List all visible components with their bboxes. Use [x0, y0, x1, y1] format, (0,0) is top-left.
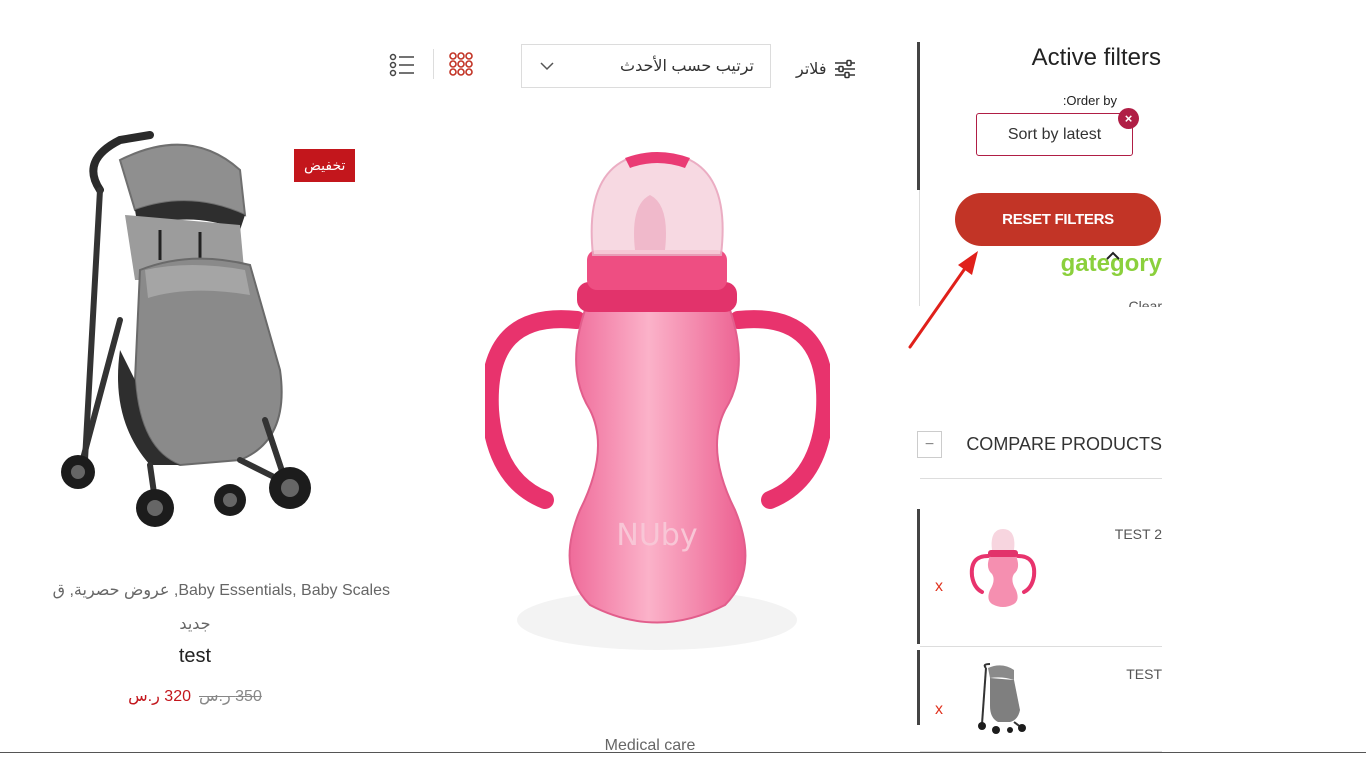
order-by-label: :Order by	[1062, 93, 1117, 108]
chevron-up-icon[interactable]	[1106, 244, 1120, 267]
sale-badge: تخفيض	[294, 149, 356, 182]
compare-item-name: TEST 2	[1114, 526, 1162, 542]
annotation-arrow	[908, 251, 978, 349]
reset-filters-button[interactable]: RESET FILTERS	[955, 193, 1161, 246]
compare-products-title: COMPARE PRODUCTS	[966, 434, 1162, 454]
stroller-product-image[interactable]	[40, 120, 340, 550]
grid-view-icon[interactable]	[448, 51, 474, 77]
compare-item-divider	[920, 646, 1162, 647]
compare-remove-button[interactable]: x	[935, 701, 943, 719]
product-price: 350 ر.س 320 ر.س	[0, 686, 390, 706]
baby-bottle-product-image[interactable]: NUby	[485, 150, 830, 670]
product-categories-continued[interactable]: جديد	[0, 614, 390, 634]
compare-scroll-rule	[917, 650, 920, 725]
collapse-toggle[interactable]: −	[917, 431, 942, 458]
clear-filter-link[interactable]: Clear	[1100, 298, 1162, 307]
filter-label: فلاتر	[796, 61, 827, 78]
chevron-down-icon	[540, 58, 554, 74]
sort-select[interactable]: ترتيب حسب الأحدث	[521, 44, 771, 88]
view-toggle-divider	[433, 49, 434, 79]
viewport-bottom-border	[0, 752, 1366, 757]
product-title[interactable]: test	[0, 645, 390, 668]
price-sale: 320 ر.س	[128, 688, 191, 705]
sliders-icon	[835, 59, 856, 79]
sidebar-scroll-rule	[917, 42, 920, 190]
compare-item-bottle-thumb[interactable]	[968, 528, 1038, 610]
compare-item-stroller-thumb[interactable]	[974, 662, 1030, 736]
remove-filter-icon[interactable]: ×	[1118, 108, 1139, 129]
compare-divider	[920, 478, 1162, 479]
sort-select-value: ترتيب حسب الأحدث	[620, 58, 754, 75]
bottle-brand-text: NUby	[616, 518, 697, 553]
compare-remove-button[interactable]: x	[935, 578, 943, 596]
active-filters-title: Active filters	[1031, 44, 1161, 71]
price-original: 350 ر.س	[199, 688, 262, 705]
compare-item-name: TEST	[1126, 666, 1162, 682]
compare-scroll-rule	[917, 509, 920, 644]
filter-button[interactable]: فلاتر	[796, 52, 856, 86]
active-filter-chip: Sort by latest	[976, 113, 1133, 156]
product-categories[interactable]: Baby Essentials, Baby Scales, عروض حصرية…	[0, 580, 390, 600]
list-view-icon[interactable]	[389, 53, 415, 77]
